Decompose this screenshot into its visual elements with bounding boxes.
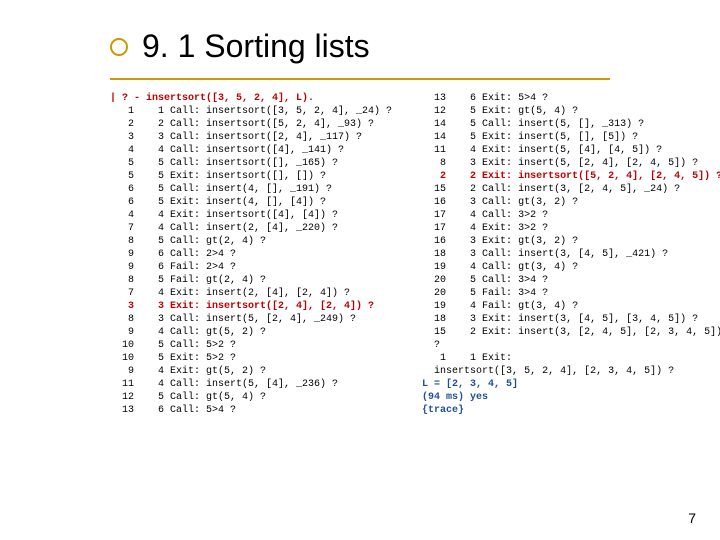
trace-line: 8 5 Call: gt(2, 4) ? [110,235,392,248]
trace-line: 15 2 Exit: insert(3, [2, 4, 5], [2, 3, 4… [422,326,720,339]
trace-line: 12 5 Call: gt(5, 4) ? [110,391,392,404]
trace-line: 20 5 Call: 3>4 ? [422,274,720,287]
trace-line: 10 5 Exit: 5>2 ? [110,352,392,365]
trace-line: 3 3 Exit: insertsort([2, 4], [2, 4]) ? [110,300,392,313]
trace-line: 9 6 Fail: 2>4 ? [110,261,392,274]
trace-left-column: | ? - insertsort([3, 5, 2, 4], L). 1 1 C… [110,92,392,417]
trace-line: ? [422,339,720,352]
trace-line: 5 5 Exit: insertsort([], []) ? [110,170,392,183]
trace-line: 14 5 Call: insert(5, [], _313) ? [422,118,720,131]
page-number: 7 [688,510,696,526]
trace-line: 20 5 Fail: 3>4 ? [422,287,720,300]
trace-line: 14 5 Exit: insert(5, [], [5]) ? [422,131,720,144]
trace-line: 7 4 Call: insert(2, [4], _220) ? [110,222,392,235]
trace-line: 9 6 Call: 2>4 ? [110,248,392,261]
title-bullet-icon [110,38,128,56]
trace-line: 8 3 Exit: insert(5, [2, 4], [2, 4, 5]) ? [422,157,720,170]
trace-line: 10 5 Call: 5>2 ? [110,339,392,352]
trace-line: 16 3 Call: gt(3, 2) ? [422,196,720,209]
trace-line: 1 1 Call: insertsort([3, 5, 2, 4], _24) … [110,105,392,118]
trace-line: 13 6 Exit: 5>4 ? [422,92,720,105]
trace-line: {trace} [422,404,720,417]
trace-line: 1 1 Exit: [422,352,720,365]
trace-line: 8 5 Fail: gt(2, 4) ? [110,274,392,287]
title-underline [110,78,610,80]
trace-line: 8 3 Call: insert(5, [2, 4], _249) ? [110,313,392,326]
slide-title: 9. 1 Sorting lists [142,28,370,65]
trace-line: 2 2 Call: insertsort([5, 2, 4], _93) ? [110,118,392,131]
trace-line: 9 4 Exit: gt(5, 2) ? [110,365,392,378]
trace-line: 15 2 Call: insert(3, [2, 4, 5], _24) ? [422,183,720,196]
trace-line: 19 4 Fail: gt(3, 4) ? [422,300,720,313]
trace-line: 3 3 Call: insertsort([2, 4], _117) ? [110,131,392,144]
trace-line: 6 5 Exit: insert(4, [], [4]) ? [110,196,392,209]
trace-right-column: 13 6 Exit: 5>4 ? 12 5 Exit: gt(5, 4) ? 1… [422,92,720,417]
trace-line: 4 4 Call: insertsort([4], _141) ? [110,144,392,157]
trace-line: 16 3 Exit: gt(3, 2) ? [422,235,720,248]
trace-line: 11 4 Call: insert(5, [4], _236) ? [110,378,392,391]
trace-line: 12 5 Exit: gt(5, 4) ? [422,105,720,118]
trace-line: (94 ms) yes [422,391,720,404]
trace-columns: | ? - insertsort([3, 5, 2, 4], L). 1 1 C… [110,92,690,417]
trace-line: 17 4 Exit: 3>2 ? [422,222,720,235]
trace-line: L = [2, 3, 4, 5] [422,378,720,391]
trace-line: 6 5 Call: insert(4, [], _191) ? [110,183,392,196]
trace-line: 7 4 Exit: insert(2, [4], [2, 4]) ? [110,287,392,300]
trace-line: 13 6 Call: 5>4 ? [110,404,392,417]
trace-line: 19 4 Call: gt(3, 4) ? [422,261,720,274]
trace-line: 5 5 Call: insertsort([], _165) ? [110,157,392,170]
trace-line: 2 2 Exit: insertsort([5, 2, 4], [2, 4, 5… [422,170,720,183]
trace-line: 4 4 Exit: insertsort([4], [4]) ? [110,209,392,222]
trace-line: 18 3 Call: insert(3, [4, 5], _421) ? [422,248,720,261]
trace-line: | ? - insertsort([3, 5, 2, 4], L). [110,92,392,105]
trace-line: 17 4 Call: 3>2 ? [422,209,720,222]
trace-line: 11 4 Exit: insert(5, [4], [4, 5]) ? [422,144,720,157]
trace-line: 18 3 Exit: insert(3, [4, 5], [3, 4, 5]) … [422,313,720,326]
trace-line: 9 4 Call: gt(5, 2) ? [110,326,392,339]
trace-line: insertsort([3, 5, 2, 4], [2, 3, 4, 5]) ? [422,365,720,378]
